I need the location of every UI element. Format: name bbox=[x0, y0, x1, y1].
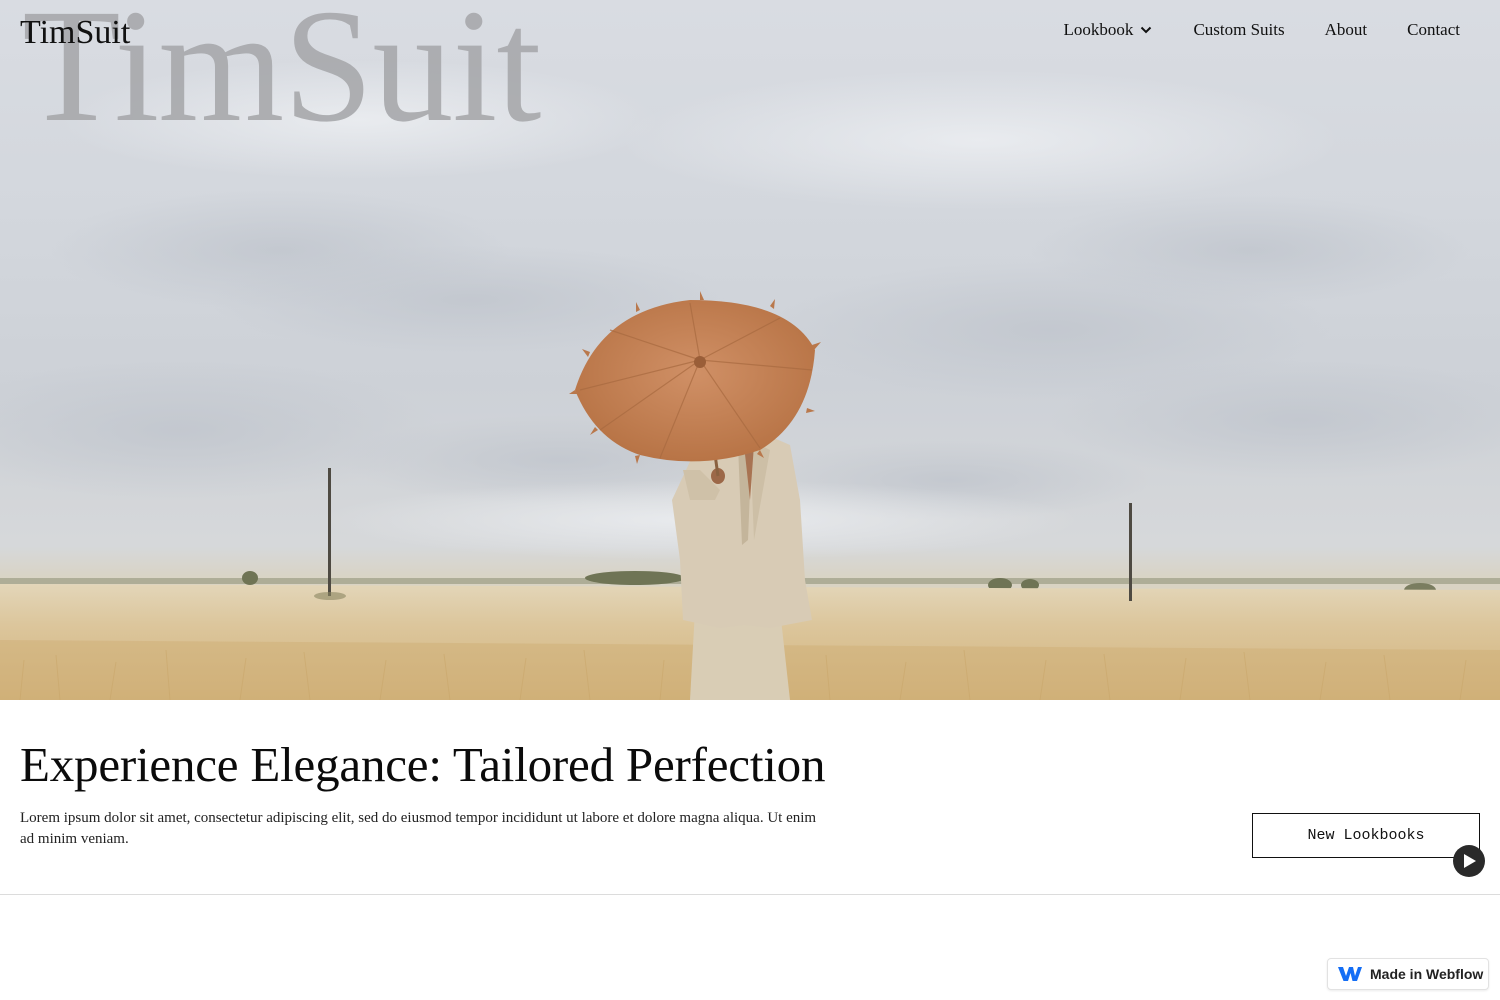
chevron-down-icon bbox=[1141, 26, 1152, 34]
new-lookbooks-button[interactable]: New Lookbooks bbox=[1252, 813, 1480, 858]
nav-item-label: Custom Suits bbox=[1193, 20, 1285, 39]
nav-item-lookbook[interactable]: Lookbook bbox=[1064, 20, 1154, 40]
intro-section: Experience Elegance: Tailored Perfection… bbox=[0, 700, 1500, 895]
hero-section: TimSuit TimSuit Lookbook Custom Suits Ab… bbox=[0, 0, 1500, 700]
nav-item-label: About bbox=[1324, 20, 1368, 39]
nav-item-custom-suits[interactable]: Custom Suits bbox=[1193, 20, 1284, 40]
intro-paragraph: Lorem ipsum dolor sit amet, consectetur … bbox=[20, 810, 817, 847]
webflow-logo-icon bbox=[1338, 967, 1362, 981]
badge-label: Made in Webflow bbox=[1370, 966, 1484, 982]
nav-item-label: Contact bbox=[1407, 20, 1460, 39]
page-headline: Experience Elegance: Tailored Perfection bbox=[20, 737, 826, 792]
nav-item-contact[interactable]: Contact bbox=[1407, 20, 1460, 40]
play-button[interactable] bbox=[1453, 845, 1485, 877]
play-icon bbox=[1464, 854, 1476, 868]
nav-item-label: Lookbook bbox=[1063, 20, 1134, 39]
logo-link[interactable]: TimSuit bbox=[20, 14, 130, 52]
nav-item-about[interactable]: About bbox=[1325, 20, 1368, 40]
made-in-webflow-badge[interactable]: Made in Webflow bbox=[1327, 958, 1489, 990]
main-nav: Lookbook Custom Suits About Contact bbox=[1064, 20, 1460, 40]
